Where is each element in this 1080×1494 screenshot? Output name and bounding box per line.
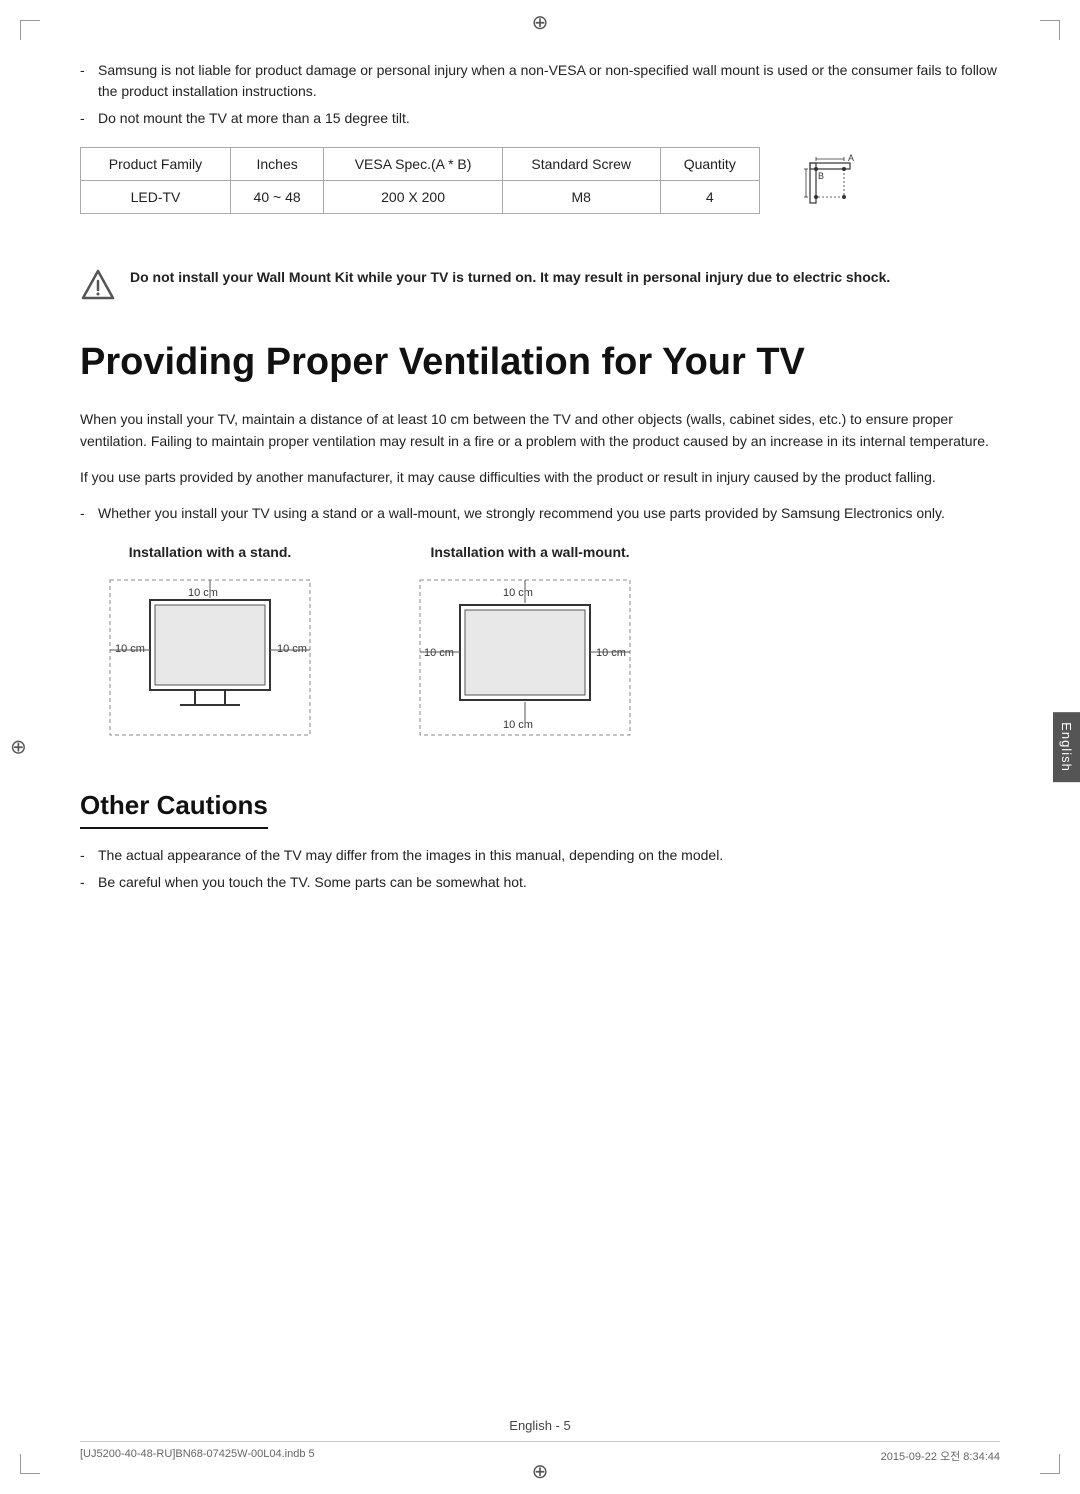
bullet-item-1: Samsung is not liable for product damage…: [80, 60, 1000, 102]
bottom-crosshair-icon: ⊕: [532, 1459, 549, 1484]
spec-table: Product Family Inches VESA Spec.(A * B) …: [80, 147, 760, 214]
table-row: LED-TV 40 ~ 48 200 X 200 M8 4: [81, 181, 760, 214]
bullet-item-2: Do not mount the TV at more than a 15 de…: [80, 108, 1000, 129]
ventilation-bullet-list: Whether you install your TV using a stan…: [80, 503, 1000, 524]
footer-left-text: [UJ5200-40-48-RU]BN68-07425W-00L04.indb …: [80, 1448, 315, 1464]
col-vesa-spec: VESA Spec.(A * B): [324, 148, 503, 181]
svg-text:10 cm: 10 cm: [115, 643, 145, 655]
stand-label: Installation with a stand.: [129, 544, 292, 560]
svg-text:10 cm: 10 cm: [188, 587, 218, 599]
svg-text:10 cm: 10 cm: [277, 643, 307, 655]
caution-item-2: Be careful when you touch the TV. Some p…: [80, 872, 1000, 893]
top-crosshair-icon: ⊕: [532, 10, 549, 35]
col-product-family: Product Family: [81, 148, 231, 181]
page-container: ⊕ ⊕ ⊕ English Samsung is not liable for …: [0, 0, 1080, 1494]
cell-standard-screw: M8: [502, 181, 660, 214]
language-sidebar: English: [1053, 712, 1080, 782]
other-cautions-list: The actual appearance of the TV may diff…: [80, 845, 1000, 893]
wall-mount-label: Installation with a wall-mount.: [430, 544, 629, 560]
col-inches: Inches: [230, 148, 323, 181]
body-paragraph-2: If you use parts provided by another man…: [80, 466, 1000, 488]
svg-text:10 cm: 10 cm: [503, 719, 533, 731]
svg-text:B: B: [818, 171, 824, 181]
svg-text:A: A: [848, 153, 854, 163]
cell-quantity: 4: [660, 181, 759, 214]
corner-mark-tl: [20, 20, 40, 40]
vesa-svg-icon: A B: [780, 151, 870, 231]
svg-text:10 cm: 10 cm: [596, 647, 626, 659]
svg-text:10 cm: 10 cm: [424, 647, 454, 659]
col-standard-screw: Standard Screw: [502, 148, 660, 181]
table-with-diagram: Product Family Inches VESA Spec.(A * B) …: [80, 147, 1000, 238]
other-cautions-section: Other Cautions The actual appearance of …: [80, 790, 1000, 893]
cell-product-family: LED-TV: [81, 181, 231, 214]
warning-icon: [80, 268, 116, 304]
stand-diagram: Installation with a stand. 10 cm 10 cm 1…: [80, 544, 340, 750]
body-paragraph-1: When you install your TV, maintain a dis…: [80, 408, 1000, 453]
warning-bold-text: Do not install your Wall Mount Kit while…: [130, 269, 890, 285]
main-heading: Providing Proper Ventilation for Your TV: [80, 340, 1000, 386]
cell-vesa-spec: 200 X 200: [324, 181, 503, 214]
installation-section: Installation with a stand. 10 cm 10 cm 1…: [80, 544, 1000, 750]
table-header-row: Product Family Inches VESA Spec.(A * B) …: [81, 148, 760, 181]
vesa-diagram: A B: [780, 151, 870, 231]
footer-page-number: English - 5: [80, 1418, 1000, 1433]
corner-mark-tr: [1040, 20, 1060, 40]
stand-svg-icon: 10 cm 10 cm 10 cm: [80, 570, 340, 750]
warning-box: Do not install your Wall Mount Kit while…: [80, 266, 1000, 304]
warning-text: Do not install your Wall Mount Kit while…: [130, 266, 890, 288]
left-crosshair-icon: ⊕: [10, 735, 27, 760]
wall-mount-diagram: Installation with a wall-mount. 10 cm 10…: [400, 544, 660, 750]
wall-mount-svg-icon: 10 cm 10 cm 10 cm 10 cm: [400, 570, 660, 750]
other-cautions-heading: Other Cautions: [80, 790, 268, 829]
caution-item-1: The actual appearance of the TV may diff…: [80, 845, 1000, 866]
footer-right-text: 2015-09-22 오전 8:34:44: [881, 1448, 1000, 1464]
ventilation-bullet-item: Whether you install your TV using a stan…: [80, 503, 1000, 524]
svg-text:10 cm: 10 cm: [503, 587, 533, 599]
page-footer: English - 5 [UJ5200-40-48-RU]BN68-07425W…: [0, 1418, 1080, 1464]
top-bullet-list: Samsung is not liable for product damage…: [80, 60, 1000, 129]
cell-inches: 40 ~ 48: [230, 181, 323, 214]
col-quantity: Quantity: [660, 148, 759, 181]
